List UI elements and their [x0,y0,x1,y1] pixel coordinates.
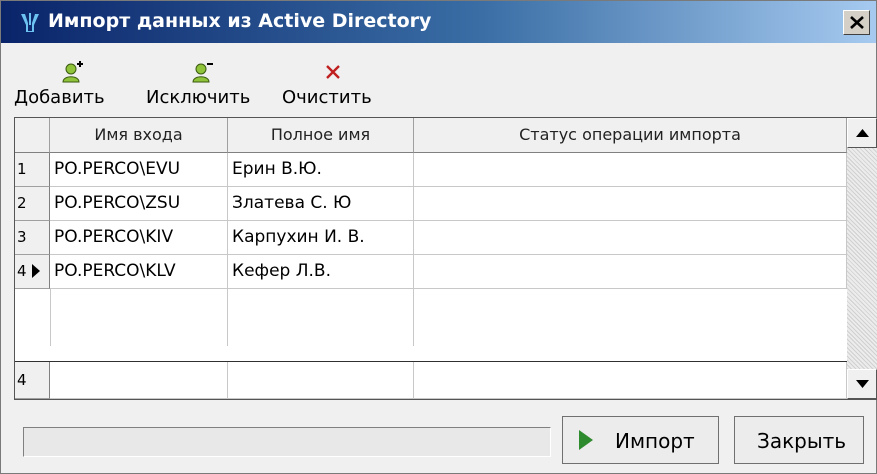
close-window-button[interactable] [843,10,870,35]
import-progress-bar [23,427,551,457]
arrow-up-icon [856,129,869,137]
empty-area-line [227,289,228,346]
footer-cell-login [50,362,228,399]
footer-row-count: 4 [15,362,50,399]
row-indicator-current[interactable]: 4 [15,255,50,289]
add-label: Добавить [14,87,105,108]
user-remove-icon [192,63,213,83]
import-dialog: Импорт данных из Active Directory Добави… [0,0,877,474]
column-header-fullname[interactable]: Полное имя [228,118,414,153]
import-button[interactable]: Импорт [562,416,719,464]
clear-x-icon [326,65,340,79]
perco-logo-icon [21,13,39,32]
login-cell[interactable]: PO.PERCO\KLV [50,255,228,289]
user-add-icon [62,61,83,83]
fullname-cell[interactable]: Карпухин И. В. [228,221,414,255]
status-cell[interactable] [414,221,847,255]
fullname-cell[interactable]: Кефер Л.В. [228,255,414,289]
window-title: Импорт данных из Active Directory [48,10,432,32]
clear-label: Очистить [282,87,372,108]
clear-button[interactable]: Очистить [282,57,392,115]
login-cell[interactable]: PO.PERCO\EVU [50,153,228,187]
empty-area-line [413,289,414,346]
fullname-cell[interactable]: Ерин В.Ю. [228,153,414,187]
close-button[interactable]: Закрыть [734,416,864,464]
footer-cell-fullname [228,362,414,399]
arrow-down-icon [856,380,869,388]
row-number: 4 [17,262,27,280]
status-cell[interactable] [414,153,847,187]
users-grid[interactable]: Имя входа Полное имя Статус операции имп… [14,117,877,400]
column-header-login[interactable]: Имя входа [50,118,228,153]
column-header-status[interactable]: Статус операции импорта [414,118,847,153]
title-bar[interactable]: Импорт данных из Active Directory [1,1,876,43]
scroll-up-button[interactable] [847,118,877,148]
toolbar: Добавить Исключить Очистить [1,43,876,116]
row-indicator[interactable]: 1 [15,153,50,187]
close-label: Закрыть [757,429,847,453]
exclude-label: Исключить [146,87,251,108]
add-button[interactable]: Добавить [14,57,132,115]
row-indicator[interactable]: 3 [15,221,50,255]
status-cell[interactable] [414,187,847,221]
status-cell[interactable] [414,255,847,289]
current-row-arrow-icon [32,264,40,278]
close-icon [850,16,864,29]
exclude-button[interactable]: Исключить [146,57,268,115]
empty-area-line [50,289,51,346]
vertical-scrollbar[interactable] [847,118,877,399]
grid-corner-header [15,118,50,153]
footer-cell-status [414,362,847,399]
fullname-cell[interactable]: Златева С. Ю [228,187,414,221]
import-label: Импорт [615,429,695,453]
play-icon [579,430,593,450]
login-cell[interactable]: PO.PERCO\ZSU [50,187,228,221]
row-indicator[interactable]: 2 [15,187,50,221]
scroll-down-button[interactable] [847,369,877,399]
login-cell[interactable]: PO.PERCO\KIV [50,221,228,255]
